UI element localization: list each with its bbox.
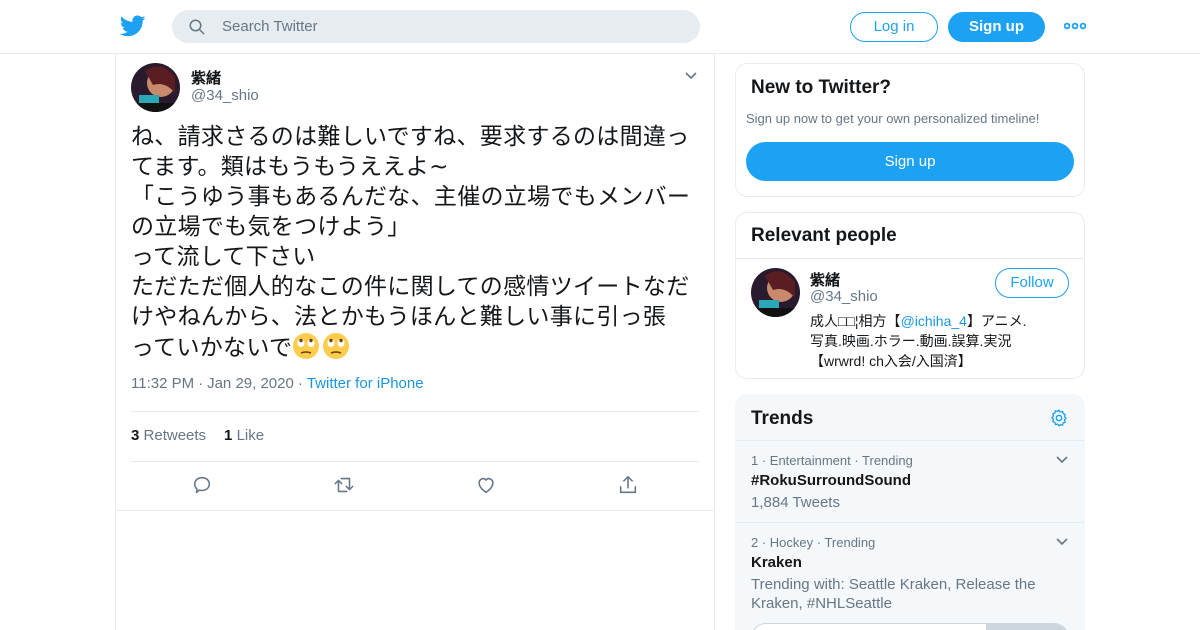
- bio-text: 】アニメ.: [966, 313, 1027, 329]
- trend-media-preview[interactable]: [751, 623, 1069, 630]
- separator-dot: ·: [198, 375, 204, 392]
- search-bar[interactable]: [172, 10, 700, 43]
- separator-dot: ·: [297, 375, 303, 392]
- more-dots-icon[interactable]: [1064, 19, 1086, 33]
- chevron-down-icon[interactable]: [683, 70, 699, 82]
- like-icon[interactable]: [475, 474, 497, 496]
- tweet-stats: 3 Retweets 1 Like: [131, 427, 264, 444]
- person-name[interactable]: 紫緒: [810, 269, 840, 290]
- divider: [736, 258, 1084, 259]
- like-label[interactable]: Like: [237, 427, 265, 444]
- search-icon: [189, 19, 205, 35]
- person-handle[interactable]: @34_shio: [810, 288, 878, 305]
- divider: [736, 440, 1084, 441]
- eye-roll-emoji-icon: [293, 333, 320, 359]
- tweet-text-line: の立場でも気をつけよう」: [131, 214, 411, 240]
- trend-meta: 2 · Hockey · Trending: [751, 535, 876, 550]
- tweet-text-line: って流して下さい: [131, 244, 316, 270]
- trend-meta: 1 · Entertainment · Trending: [751, 453, 913, 468]
- divider: [131, 411, 699, 412]
- gear-icon[interactable]: [1049, 408, 1069, 428]
- tweet-source-link[interactable]: Twitter for iPhone: [307, 375, 424, 392]
- signup-button[interactable]: Sign up: [948, 12, 1045, 42]
- share-icon[interactable]: [617, 474, 639, 496]
- retweet-label[interactable]: Retweets: [144, 427, 207, 444]
- author-name[interactable]: 紫緒: [191, 67, 221, 88]
- tweet-text: ね、請求さるのは難しいですね、要求するのは間違っ てます。類はもうもうええよ~ …: [131, 122, 701, 363]
- relevant-people-card: Relevant people 紫緒 @34_shio Follow 成人□□¦…: [735, 212, 1085, 379]
- twitter-bird-icon[interactable]: [120, 13, 146, 39]
- person-bio: 成人□□¦相方【@ichiha_4】アニメ. 写真.映画.ホラー.動画.誤算.実…: [810, 311, 1072, 371]
- tweet-card: 紫緒 @34_shio ね、請求さるのは難しいですね、要求するのは間違っ てます…: [116, 54, 714, 511]
- bio-text: 成人□□¦相方【: [810, 313, 901, 329]
- bio-line: 写真.映画.ホラー.動画.誤算.実況: [810, 333, 1012, 349]
- tweet-text-line: 「こうゆう事もあるんだな、主催の立場でもメンバー: [131, 184, 691, 210]
- card-title: New to Twitter?: [751, 77, 892, 98]
- tweet-text-line: ただただ個人的なこの件に関しての感情ツイートなだ: [131, 274, 690, 300]
- new-to-twitter-card: New to Twitter? Sign up now to get your …: [735, 63, 1085, 197]
- avatar[interactable]: [131, 63, 180, 112]
- divider: [736, 522, 1084, 523]
- divider: [131, 461, 699, 462]
- retweet-icon[interactable]: [333, 474, 355, 496]
- tweet-text-line: ね、請求さるのは難しいですね、要求するのは間違っ: [131, 124, 690, 150]
- retweet-count[interactable]: 3: [131, 427, 139, 444]
- avatar[interactable]: [751, 268, 800, 317]
- signup-button-large[interactable]: Sign up: [746, 142, 1074, 181]
- tweet-metadata: 11:32 PM · Jan 29, 2020 · Twitter for iPhone: [131, 375, 424, 392]
- search-input[interactable]: [222, 10, 682, 43]
- trend-name[interactable]: #RokuSurroundSound: [751, 472, 911, 489]
- chevron-down-icon[interactable]: [1055, 537, 1069, 547]
- eye-roll-emoji-icon: [323, 333, 350, 359]
- tweet-text-line: けやねんから、法とかもうほんと難しい事に引っ張: [131, 304, 667, 330]
- reply-icon[interactable]: [191, 474, 213, 496]
- login-button[interactable]: Log in: [850, 12, 938, 42]
- trend-count: 1,884 Tweets: [751, 494, 840, 511]
- card-title: Trends: [751, 408, 814, 429]
- preview-thumbnail: [986, 624, 1068, 630]
- bio-line: 【wrwrd! ch入会/入国済】: [810, 353, 972, 369]
- card-title: Relevant people: [751, 225, 897, 246]
- author-handle[interactable]: @34_shio: [191, 87, 259, 104]
- card-subtitle: Sign up now to get your own personalized…: [746, 111, 1040, 126]
- tweet-time[interactable]: 11:32 PM: [131, 375, 194, 392]
- trend-count: Trending with: Seattle Kraken, Release t…: [751, 576, 1036, 612]
- tweet-text-line: っていかないで: [131, 335, 293, 361]
- chevron-down-icon[interactable]: [1055, 455, 1069, 465]
- bio-line: 成人□□¦相方【@ichiha_4】アニメ.: [810, 311, 1072, 331]
- follow-button[interactable]: Follow: [995, 268, 1069, 298]
- tweet-column: 紫緒 @34_shio ね、請求さるのは難しいですね、要求するのは間違っ てます…: [115, 54, 715, 630]
- tweet-text-line: てます。類はもうもうええよ~: [131, 154, 449, 180]
- top-navigation-bar: Log in Sign up: [0, 0, 1200, 54]
- like-count[interactable]: 1: [224, 427, 232, 444]
- tweet-text-last-line: っていかないで: [131, 332, 701, 363]
- bio-mention-link[interactable]: @ichiha_4: [901, 313, 967, 329]
- trends-card: Trends 1 · Entertainment · Trending #Rok…: [735, 394, 1085, 630]
- trend-name[interactable]: Kraken: [751, 554, 802, 571]
- tweet-date[interactable]: Jan 29, 2020: [207, 375, 294, 392]
